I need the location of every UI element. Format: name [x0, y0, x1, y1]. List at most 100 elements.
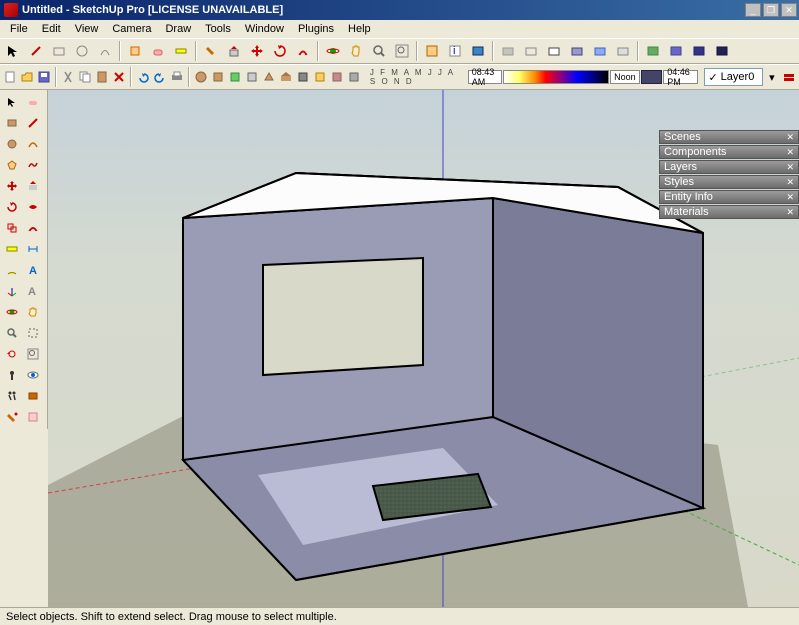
- tool-j[interactable]: [346, 66, 362, 88]
- panel-entity-info[interactable]: Entity Info✕: [659, 190, 799, 204]
- l-rect[interactable]: [2, 113, 22, 133]
- l-move[interactable]: [2, 176, 22, 196]
- l-pushpull[interactable]: [23, 176, 43, 196]
- l-walk[interactable]: [2, 386, 22, 406]
- tape-tool[interactable]: [170, 40, 192, 62]
- l-zoom-window[interactable]: [23, 323, 43, 343]
- rectangle-tool[interactable]: [48, 40, 70, 62]
- entity-info[interactable]: i: [444, 40, 466, 62]
- tool-c[interactable]: [227, 66, 243, 88]
- pushpull-tool[interactable]: [223, 40, 245, 62]
- cut[interactable]: [60, 66, 76, 88]
- l-orbit[interactable]: [2, 302, 22, 322]
- l-polygon[interactable]: [2, 155, 22, 175]
- menu-camera[interactable]: Camera: [106, 21, 157, 37]
- panel-materials[interactable]: Materials✕: [659, 205, 799, 219]
- l-extra[interactable]: [23, 407, 43, 427]
- redo[interactable]: [152, 66, 168, 88]
- l-paint[interactable]: [2, 407, 22, 427]
- zoom-tool[interactable]: [368, 40, 390, 62]
- l-dimension[interactable]: [23, 239, 43, 259]
- scene-next[interactable]: [688, 40, 710, 62]
- viewport[interactable]: Scenes✕ Components✕ Layers✕ Styles✕ Enti…: [48, 90, 799, 607]
- l-scale[interactable]: [2, 218, 22, 238]
- shadow-time-end[interactable]: 04:46 PM: [663, 70, 698, 84]
- menu-window[interactable]: Window: [239, 21, 290, 37]
- model-info[interactable]: [421, 40, 443, 62]
- maximize-button[interactable]: ❐: [763, 3, 779, 17]
- display-settings[interactable]: [467, 40, 489, 62]
- l-freehand[interactable]: [23, 155, 43, 175]
- save-file[interactable]: [36, 66, 52, 88]
- delete[interactable]: [111, 66, 127, 88]
- copy[interactable]: [77, 66, 93, 88]
- l-eraser[interactable]: [23, 92, 43, 112]
- menu-draw[interactable]: Draw: [159, 21, 197, 37]
- l-arc[interactable]: [23, 134, 43, 154]
- line-tool[interactable]: [25, 40, 47, 62]
- select-tool[interactable]: [2, 40, 24, 62]
- circle-tool[interactable]: [71, 40, 93, 62]
- menu-edit[interactable]: Edit: [36, 21, 67, 37]
- shadow-time-start[interactable]: 08:43 AM: [468, 70, 503, 84]
- component-tool[interactable]: [124, 40, 146, 62]
- l-text[interactable]: A: [23, 260, 43, 280]
- l-pan[interactable]: [23, 302, 43, 322]
- layer-selector[interactable]: ✓ Layer0: [704, 68, 762, 86]
- tool-h[interactable]: [312, 66, 328, 88]
- menu-plugins[interactable]: Plugins: [292, 21, 340, 37]
- tool-d[interactable]: [244, 66, 260, 88]
- menu-tools[interactable]: Tools: [199, 21, 237, 37]
- move-tool[interactable]: [246, 40, 268, 62]
- shaded-view[interactable]: [566, 40, 588, 62]
- shaded-textures-view[interactable]: [589, 40, 611, 62]
- l-zoom[interactable]: [2, 323, 22, 343]
- l-look[interactable]: [23, 365, 43, 385]
- undo[interactable]: [135, 66, 151, 88]
- open-file[interactable]: [19, 66, 35, 88]
- panel-scenes[interactable]: Scenes✕: [659, 130, 799, 144]
- l-3dtext[interactable]: A: [23, 281, 43, 301]
- l-rotate[interactable]: [2, 197, 22, 217]
- l-circle[interactable]: [2, 134, 22, 154]
- l-offset[interactable]: [23, 218, 43, 238]
- l-axes[interactable]: [2, 281, 22, 301]
- pan-tool[interactable]: [345, 40, 367, 62]
- l-select[interactable]: [2, 92, 22, 112]
- l-line[interactable]: [23, 113, 43, 133]
- menu-view[interactable]: View: [69, 21, 105, 37]
- tool-i[interactable]: [329, 66, 345, 88]
- minimize-button[interactable]: _: [745, 3, 761, 17]
- l-follow[interactable]: [23, 197, 43, 217]
- arc-tool[interactable]: [94, 40, 116, 62]
- l-zoom-extents[interactable]: [23, 344, 43, 364]
- l-position[interactable]: [2, 365, 22, 385]
- tool-a[interactable]: [193, 66, 209, 88]
- layer-tool[interactable]: [781, 66, 797, 88]
- l-protractor[interactable]: [2, 260, 22, 280]
- tool-g[interactable]: [295, 66, 311, 88]
- l-tape[interactable]: [2, 239, 22, 259]
- scene-prev[interactable]: [642, 40, 664, 62]
- tool-f[interactable]: [278, 66, 294, 88]
- layer-dropdown[interactable]: ▾: [764, 66, 780, 88]
- menu-help[interactable]: Help: [342, 21, 377, 37]
- offset-tool[interactable]: [292, 40, 314, 62]
- hidden-line-view[interactable]: [543, 40, 565, 62]
- l-previous[interactable]: [2, 344, 22, 364]
- rotate-tool[interactable]: [269, 40, 291, 62]
- paste[interactable]: [94, 66, 110, 88]
- paint-tool[interactable]: [200, 40, 222, 62]
- xray-view[interactable]: [497, 40, 519, 62]
- shadow-color-gradient[interactable]: [503, 70, 609, 84]
- new-file[interactable]: [2, 66, 18, 88]
- orbit-tool[interactable]: [322, 40, 344, 62]
- wireframe-view[interactable]: [520, 40, 542, 62]
- close-button[interactable]: ✕: [781, 3, 797, 17]
- print[interactable]: [169, 66, 185, 88]
- eraser-tool[interactable]: [147, 40, 169, 62]
- tool-b[interactable]: [210, 66, 226, 88]
- monochrome-view[interactable]: [612, 40, 634, 62]
- menu-file[interactable]: File: [4, 21, 34, 37]
- tool-e[interactable]: [261, 66, 277, 88]
